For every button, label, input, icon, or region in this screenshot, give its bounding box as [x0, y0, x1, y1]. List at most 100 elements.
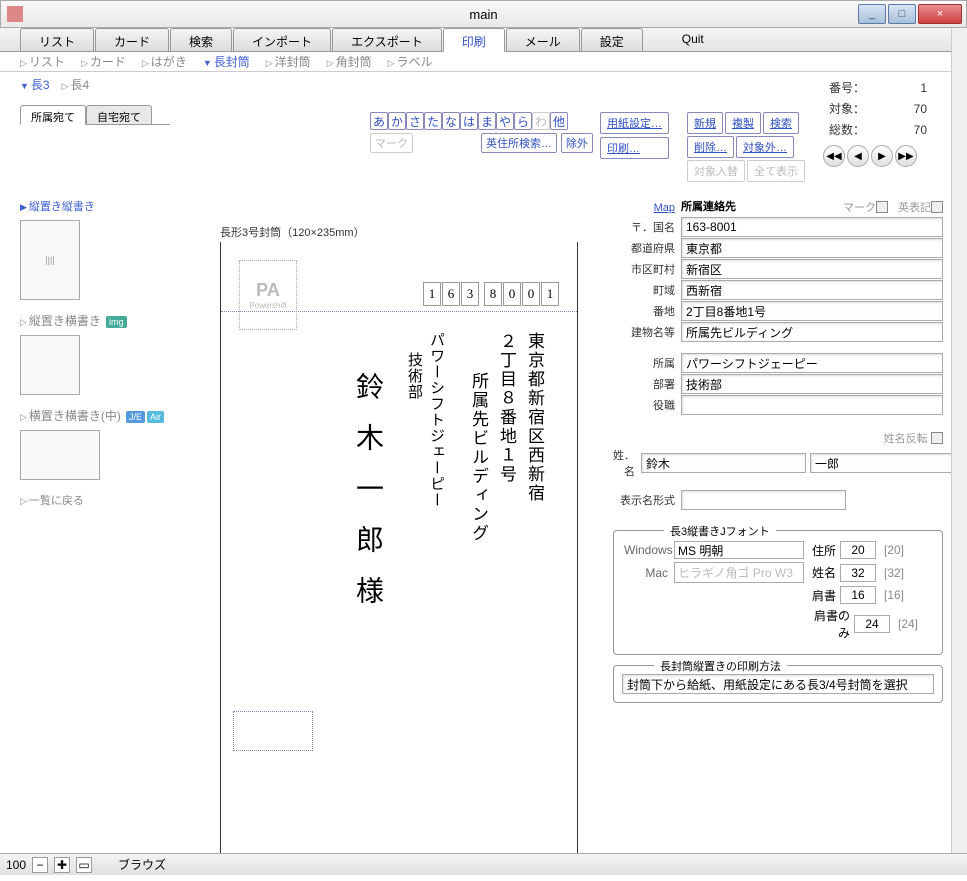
details-panel: Map 所属連絡先 マーク 英表記 〒．国名 都道府県 市区町村 町域 番地 建…: [613, 198, 943, 703]
format-field[interactable]: [681, 490, 846, 510]
kana-ta[interactable]: た: [424, 112, 442, 130]
env-org: パワーシフトジェーピー: [426, 332, 447, 508]
show-all-button: 全て表示: [747, 160, 805, 182]
nav-last-button[interactable]: ▶▶: [895, 145, 917, 167]
size-title-field[interactable]: [840, 586, 876, 604]
pref-field[interactable]: [681, 238, 943, 258]
close-button[interactable]: ×: [918, 4, 962, 24]
env-addr1: 東京都新宿区西新宿: [522, 332, 547, 503]
tab-quit[interactable]: Quit: [664, 28, 722, 51]
thumb-vv[interactable]: ||||: [20, 220, 80, 300]
town-field[interactable]: [681, 280, 943, 300]
layout-hh[interactable]: 横置き横書き(中) J/EAir: [20, 407, 170, 424]
tab-card[interactable]: カード: [95, 28, 169, 51]
zip-field[interactable]: [681, 217, 943, 237]
kana-ya[interactable]: や: [496, 112, 514, 130]
dept-field[interactable]: [681, 374, 943, 394]
duplicate-button[interactable]: 複製: [725, 112, 761, 134]
font-win-field[interactable]: [674, 541, 804, 559]
subtab-list[interactable]: リスト: [20, 53, 65, 70]
size-name-field[interactable]: [840, 564, 876, 582]
zip-boxes: 1 6 3 8 0 0 1: [423, 282, 559, 306]
titlebar: main _ □ ×: [0, 0, 967, 28]
map-link[interactable]: Map: [654, 202, 675, 214]
kana-ra[interactable]: ら: [514, 112, 532, 130]
print-method-group: 長封筒縦置きの印刷方法: [613, 665, 943, 703]
kana-a[interactable]: あ: [370, 112, 388, 130]
nav-prev-button[interactable]: ◀: [847, 145, 869, 167]
flip-checkbox[interactable]: [931, 432, 943, 444]
kana-ka[interactable]: か: [388, 112, 406, 130]
swap-button: 対象入替: [687, 160, 745, 182]
subtab-card[interactable]: カード: [81, 53, 126, 70]
search-button[interactable]: 検索: [763, 112, 799, 134]
addr-field[interactable]: [681, 301, 943, 321]
env-dept: 技術部: [404, 352, 425, 400]
layout-back[interactable]: 一覧に戻る: [20, 492, 170, 508]
addrtab-org[interactable]: 所属宛て: [20, 105, 86, 125]
zoom-in-button[interactable]: ▭: [76, 857, 92, 873]
eng-checkbox[interactable]: [931, 201, 943, 213]
vertical-scrollbar[interactable]: [951, 28, 967, 853]
new-button[interactable]: 新規: [687, 112, 723, 134]
exclude-out-button[interactable]: 対象外…: [736, 136, 794, 158]
mei-field[interactable]: [810, 453, 951, 473]
mark-checkbox[interactable]: [876, 201, 888, 213]
sub-tabs: リスト カード はがき 長封筒 洋封筒 角封筒 ラベル: [0, 52, 951, 72]
tab-export[interactable]: エクスポート: [332, 28, 442, 51]
size-addr-field[interactable]: [840, 541, 876, 559]
kana-wa[interactable]: わ: [532, 112, 550, 130]
delete-button[interactable]: 削除…: [687, 136, 734, 158]
role-field[interactable]: [681, 395, 943, 415]
bldg-field[interactable]: [681, 322, 943, 342]
subtab-hagaki[interactable]: はがき: [142, 53, 187, 70]
env-addr2: ２丁目８番地１号: [494, 332, 519, 484]
nav-first-button[interactable]: ◀◀: [823, 145, 845, 167]
env-bldg: 所属先ビルディング: [466, 372, 491, 543]
envelope-preview: 長形3号封筒（120×235mm） PA Powershift 1 6 3 8 …: [220, 224, 580, 853]
tab-mail[interactable]: メール: [506, 28, 580, 51]
addrtab-home[interactable]: 自宅宛て: [86, 105, 152, 124]
nav-next-button[interactable]: ▶: [871, 145, 893, 167]
envelope-caption: 長形3号封筒（120×235mm）: [220, 224, 580, 240]
env-name: 鈴 木 一 郎 様: [347, 372, 387, 612]
stats-table: 番号：1 対象：70 総数：70: [823, 76, 933, 141]
layout-vh[interactable]: 縦置き横書き img: [20, 312, 170, 329]
size-naga4[interactable]: 長4: [62, 76, 90, 93]
zoom-out-button[interactable]: −: [32, 857, 48, 873]
maximize-button[interactable]: □: [888, 4, 916, 24]
thumb-vh[interactable]: [20, 335, 80, 395]
tab-print[interactable]: 印刷: [443, 28, 505, 52]
kana-sa[interactable]: さ: [406, 112, 424, 130]
tab-list[interactable]: リスト: [20, 28, 94, 51]
subtab-naga[interactable]: 長封筒: [203, 53, 250, 70]
kana-ha[interactable]: は: [460, 112, 478, 130]
print-button[interactable]: 印刷…: [600, 137, 669, 159]
tab-import[interactable]: インポート: [233, 28, 331, 51]
city-field[interactable]: [681, 259, 943, 279]
mark-button[interactable]: マーク: [370, 133, 413, 153]
tab-settings[interactable]: 設定: [581, 28, 643, 51]
minimize-button[interactable]: _: [858, 4, 886, 24]
zoom-fit-button[interactable]: ✚: [54, 857, 70, 873]
thumb-hh[interactable]: [20, 430, 100, 480]
eng-addr-search-button[interactable]: 英住所検索…: [481, 133, 557, 153]
kana-na[interactable]: な: [442, 112, 460, 130]
layout-vv[interactable]: 縦置き縦書き: [20, 198, 170, 214]
kana-ma[interactable]: ま: [478, 112, 496, 130]
exclude-button[interactable]: 除外: [561, 133, 593, 153]
size-naga3[interactable]: 長3: [20, 76, 50, 93]
tab-search[interactable]: 検索: [170, 28, 232, 51]
org-field[interactable]: [681, 353, 943, 373]
sei-field[interactable]: [641, 453, 806, 473]
size-title-only-field[interactable]: [854, 615, 890, 633]
sender-area: [233, 711, 313, 751]
font-group: 長3縦書きJフォント Windows住所[20] Macヒラギノ角ゴ Pro W…: [613, 530, 943, 655]
subtab-you[interactable]: 洋封筒: [266, 53, 311, 70]
paper-setup-button[interactable]: 用紙設定…: [600, 112, 669, 134]
font-mac-field: ヒラギノ角ゴ Pro W3: [674, 562, 804, 583]
print-method-field[interactable]: [622, 674, 934, 694]
kana-other[interactable]: 他: [550, 112, 568, 130]
subtab-kaku[interactable]: 角封筒: [327, 53, 372, 70]
subtab-label[interactable]: ラベル: [388, 53, 433, 70]
